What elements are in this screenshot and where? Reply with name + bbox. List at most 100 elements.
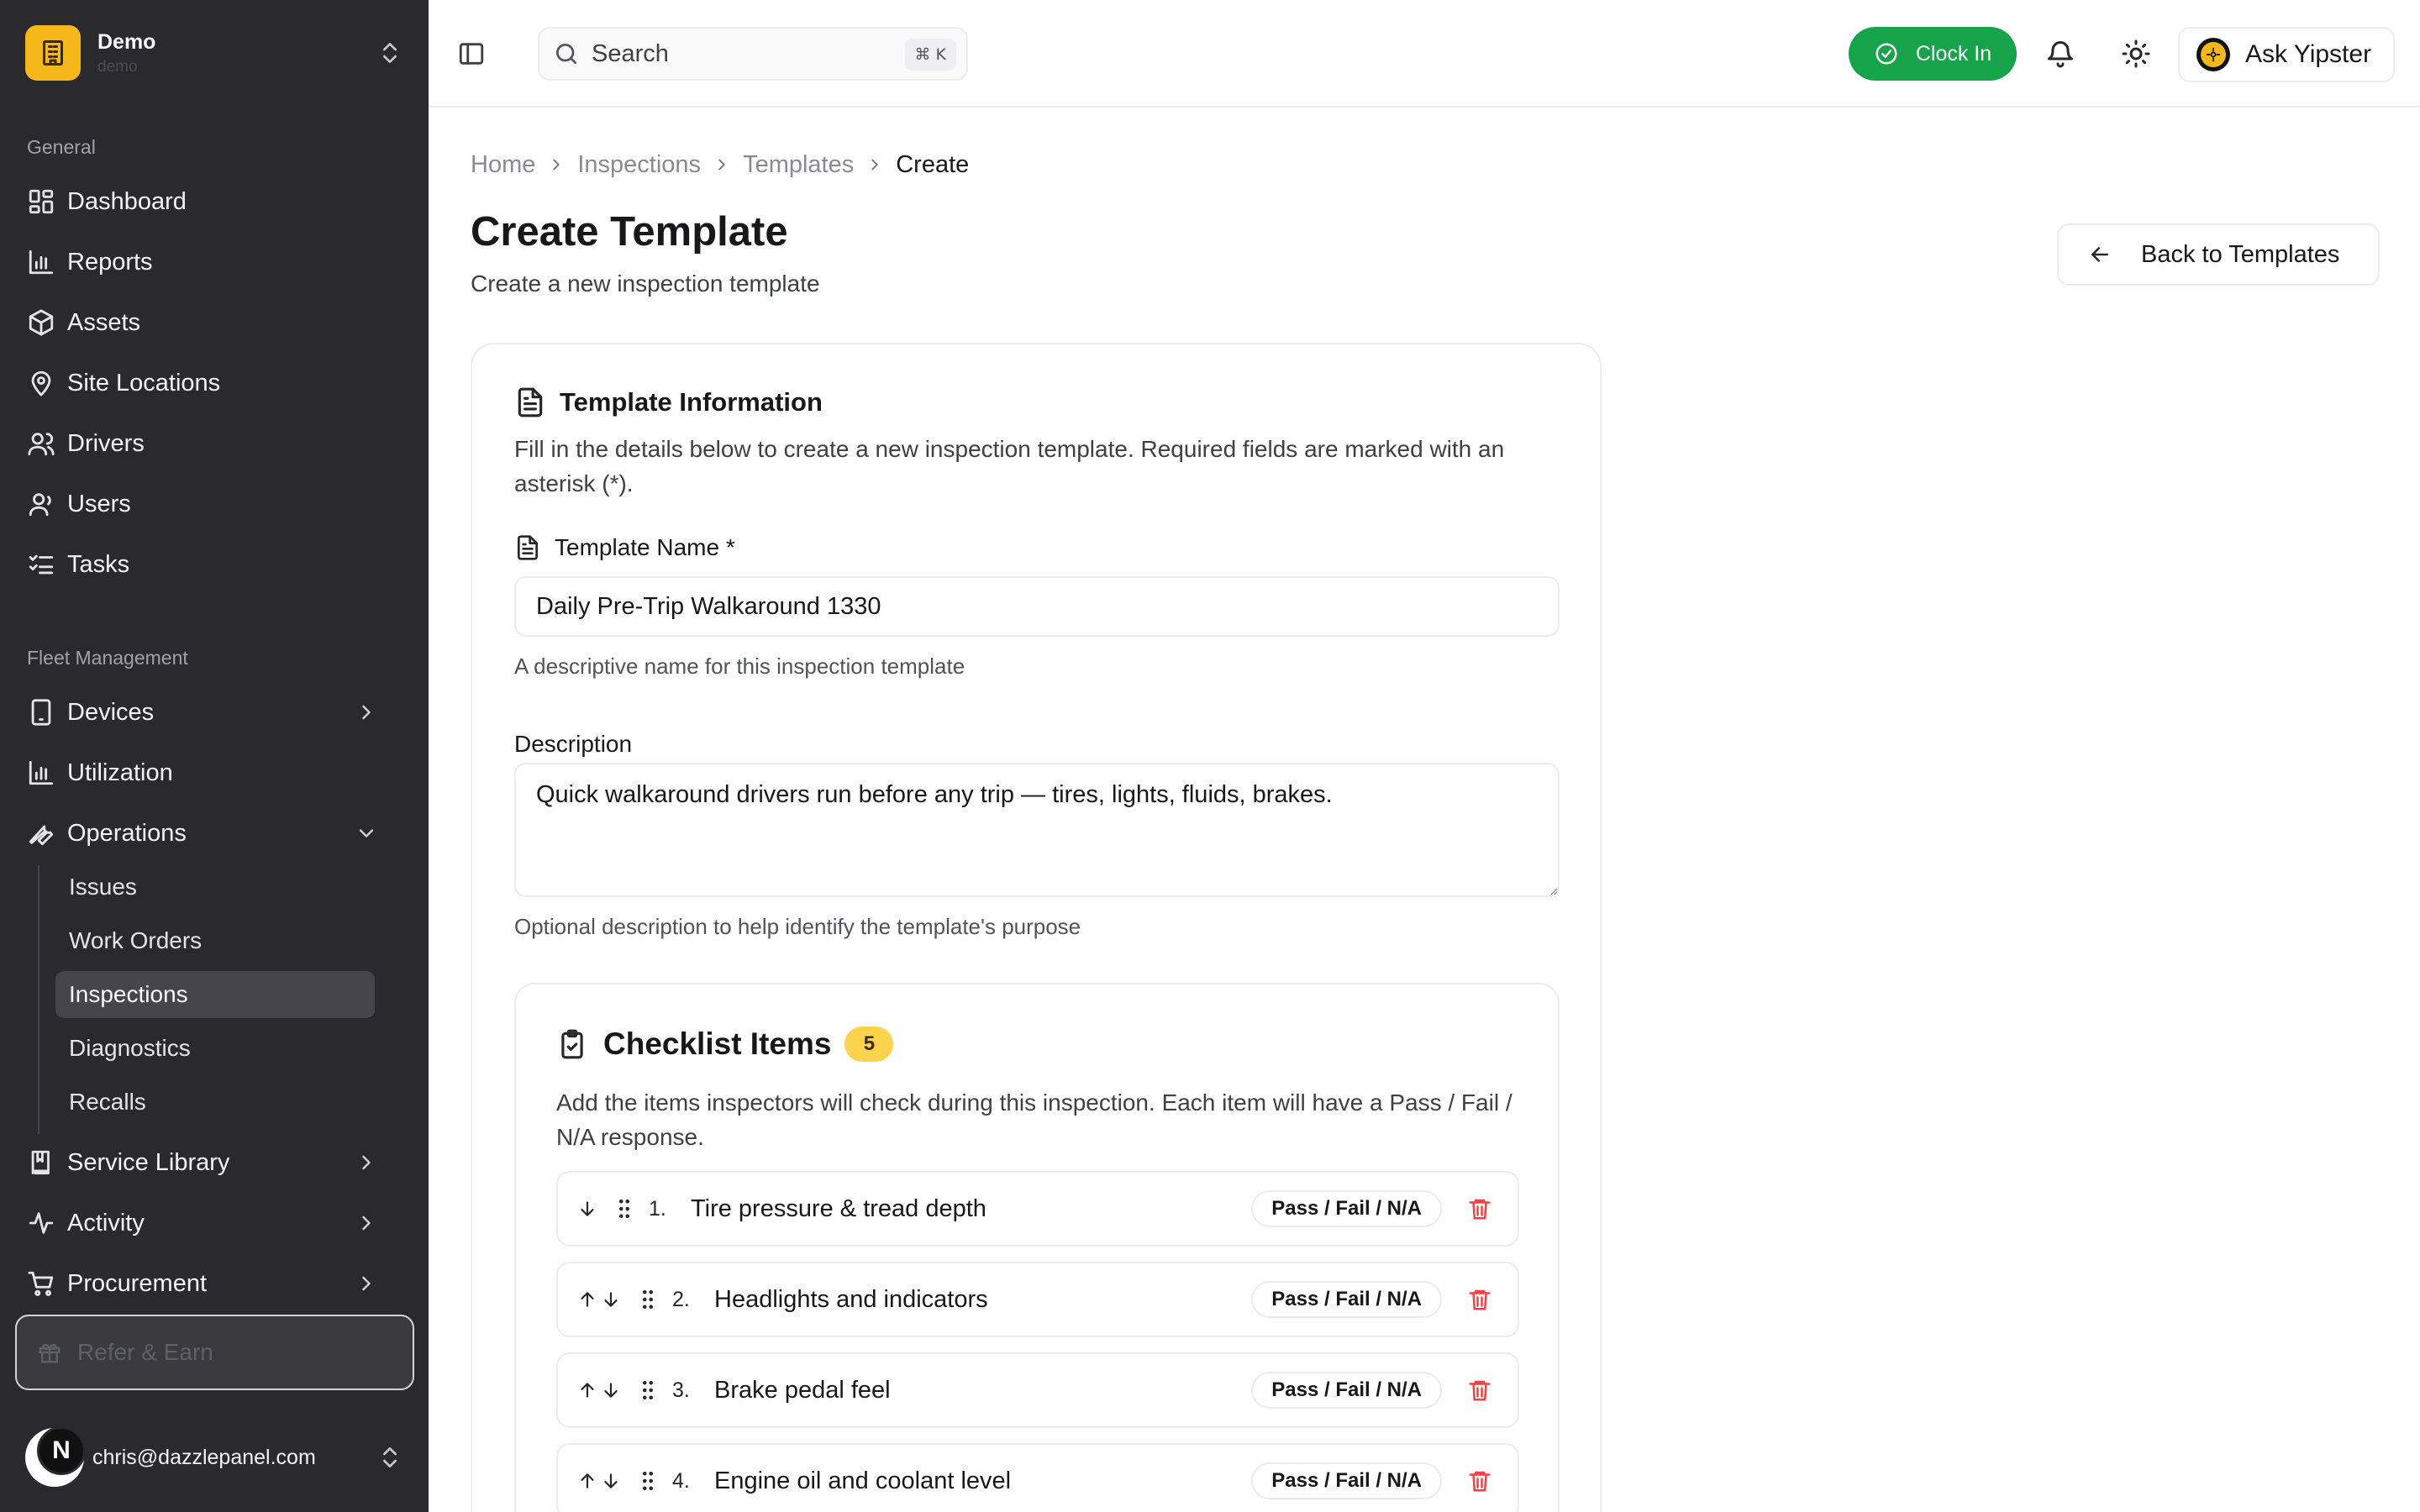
avatar: N — [25, 1426, 86, 1487]
card-title: Template Information — [560, 387, 823, 417]
card-description: Fill in the details below to create a ne… — [514, 436, 1505, 496]
arrow-up-icon[interactable] — [576, 1379, 598, 1401]
cart-icon — [27, 1269, 55, 1298]
back-to-templates-button[interactable]: Back to Templates — [2057, 223, 2380, 286]
arrow-down-icon[interactable] — [576, 1198, 598, 1220]
sidebar-item-site-locations[interactable]: Site Locations — [25, 360, 403, 407]
sidebar-subitem-inspections[interactable]: Inspections — [55, 971, 375, 1018]
search-icon — [553, 40, 580, 67]
template-name-input[interactable] — [514, 576, 1560, 637]
avatar-initial: N — [37, 1426, 86, 1475]
sidebar-item-tasks[interactable]: Tasks — [25, 541, 403, 588]
description-textarea[interactable]: Quick walkaround drivers run before any … — [514, 763, 1560, 897]
sidebar-item-drivers[interactable]: Drivers — [25, 420, 403, 467]
item-text[interactable]: Headlights and indicators — [714, 1286, 1251, 1314]
sidebar-item-users[interactable]: Users — [25, 480, 403, 528]
wrench-icon — [27, 819, 55, 848]
sidebar-item-dashboard[interactable]: Dashboard — [25, 178, 403, 225]
drag-handle-icon[interactable] — [612, 1196, 637, 1221]
building-icon — [25, 25, 81, 81]
drag-handle-icon[interactable] — [635, 1287, 660, 1312]
description-label: Description — [514, 731, 633, 757]
trash-icon[interactable] — [1467, 1378, 1492, 1403]
list-checks-icon — [27, 550, 55, 579]
checklist-item: 2. Headlights and indicators Pass / Fail… — [556, 1262, 1519, 1337]
ask-yipster-label: Ask Yipster — [2245, 40, 2372, 68]
org-switcher[interactable]: Demo demo — [25, 25, 403, 81]
sidebar-subitem-issues[interactable]: Issues — [55, 864, 375, 911]
breadcrumb-inspections[interactable]: Inspections — [577, 151, 701, 179]
page-subtitle: Create a new inspection template — [471, 270, 820, 297]
sidebar-item-procurement[interactable]: Procurement — [25, 1260, 403, 1307]
item-text[interactable]: Brake pedal feel — [714, 1377, 1251, 1404]
sidebar-subitem-work-orders[interactable]: Work Orders — [55, 917, 375, 964]
sidebar-item-label: Users — [67, 490, 131, 517]
sidebar-subitem-diagnostics[interactable]: Diagnostics — [55, 1025, 375, 1072]
sidebar-item-label: Operations — [67, 819, 187, 847]
sidebar-item-operations[interactable]: Operations — [25, 810, 403, 857]
checklist-items-section: Checklist Items 5 Add the items inspecto… — [514, 983, 1560, 1512]
breadcrumb-templates[interactable]: Templates — [743, 151, 854, 179]
trash-icon[interactable] — [1467, 1196, 1492, 1221]
sidebar-item-assets[interactable]: Assets — [25, 299, 403, 346]
arrow-down-icon[interactable] — [600, 1289, 622, 1310]
sidebar-item-activity[interactable]: Activity — [25, 1200, 403, 1247]
subnav-divider — [38, 865, 39, 1134]
bar-chart-icon — [27, 759, 55, 787]
clipboard-check-icon — [556, 1028, 588, 1060]
sidebar-subitem-recalls[interactable]: Recalls — [55, 1079, 375, 1126]
response-type-pill: Pass / Fail / N/A — [1251, 1190, 1442, 1227]
tablet-icon — [27, 698, 55, 727]
checklist-item: 1. Tire pressure & tread depth Pass / Fa… — [556, 1171, 1519, 1247]
sidebar-item-label: Dashboard — [67, 187, 187, 215]
check-circle-icon — [1874, 41, 1899, 66]
sidebar-toggle-icon[interactable] — [457, 39, 486, 68]
sidebar-item-label: Assets — [67, 308, 141, 336]
bell-icon[interactable] — [2045, 39, 2075, 69]
sidebar-item-devices[interactable]: Devices — [25, 689, 403, 736]
breadcrumb-current: Create — [896, 150, 970, 178]
sidebar-item-utilization[interactable]: Utilization — [25, 749, 403, 796]
arrow-up-icon[interactable] — [576, 1289, 598, 1310]
sidebar-item-label: Tasks — [67, 550, 130, 578]
sidebar-item-label: Procurement — [67, 1269, 208, 1297]
section-label-fleet: Fleet Management — [27, 647, 188, 669]
search-input[interactable] — [592, 39, 894, 68]
bar-chart-icon — [27, 248, 55, 276]
book-icon — [27, 1148, 55, 1177]
drag-handle-icon[interactable] — [635, 1378, 660, 1403]
sidebar-item-label: Devices — [67, 698, 155, 726]
breadcrumb-home[interactable]: Home — [471, 151, 535, 179]
user-email: chris@dazzlepanel.com — [92, 1445, 316, 1469]
chevron-right-icon — [355, 701, 378, 724]
user-menu[interactable]: N chris@dazzlepanel.com — [25, 1420, 403, 1495]
chevrons-up-down-icon — [376, 1444, 403, 1471]
checklist-description: Add the items inspectors will check duri… — [556, 1089, 1512, 1150]
template-name-label-text: Template Name * — [555, 534, 735, 560]
item-text[interactable]: Engine oil and coolant level — [714, 1467, 1251, 1495]
activity-icon — [27, 1209, 55, 1237]
sidebar-item-service-library[interactable]: Service Library — [25, 1139, 403, 1186]
drag-handle-icon[interactable] — [635, 1468, 660, 1494]
trash-icon[interactable] — [1467, 1287, 1492, 1312]
sun-icon[interactable] — [2121, 39, 2151, 69]
org-slug: demo — [97, 57, 138, 76]
chevron-right-icon — [713, 155, 731, 174]
arrow-down-icon[interactable] — [600, 1379, 622, 1401]
ask-yipster-button[interactable]: Ask Yipster — [2178, 27, 2395, 82]
item-text[interactable]: Tire pressure & tread depth — [691, 1195, 1251, 1223]
dashboard-icon — [27, 187, 55, 216]
clock-in-label: Clock In — [1915, 41, 1992, 66]
clock-in-button[interactable]: Clock In — [1849, 27, 2017, 81]
description-help: Optional description to help identify th… — [514, 914, 1081, 939]
trash-icon[interactable] — [1467, 1468, 1492, 1494]
chevrons-up-down-icon — [376, 39, 403, 66]
search-box[interactable]: ⌘ K — [538, 27, 968, 81]
back-label: Back to Templates — [2141, 240, 2340, 268]
sidebar-item-reports[interactable]: Reports — [25, 239, 403, 286]
refer-and-earn-button[interactable]: Refer & Earn — [15, 1315, 414, 1390]
arrow-up-icon[interactable] — [576, 1470, 598, 1492]
section-label-general: General — [27, 136, 96, 158]
arrow-down-icon[interactable] — [600, 1470, 622, 1492]
arrow-left-icon — [2087, 242, 2112, 267]
